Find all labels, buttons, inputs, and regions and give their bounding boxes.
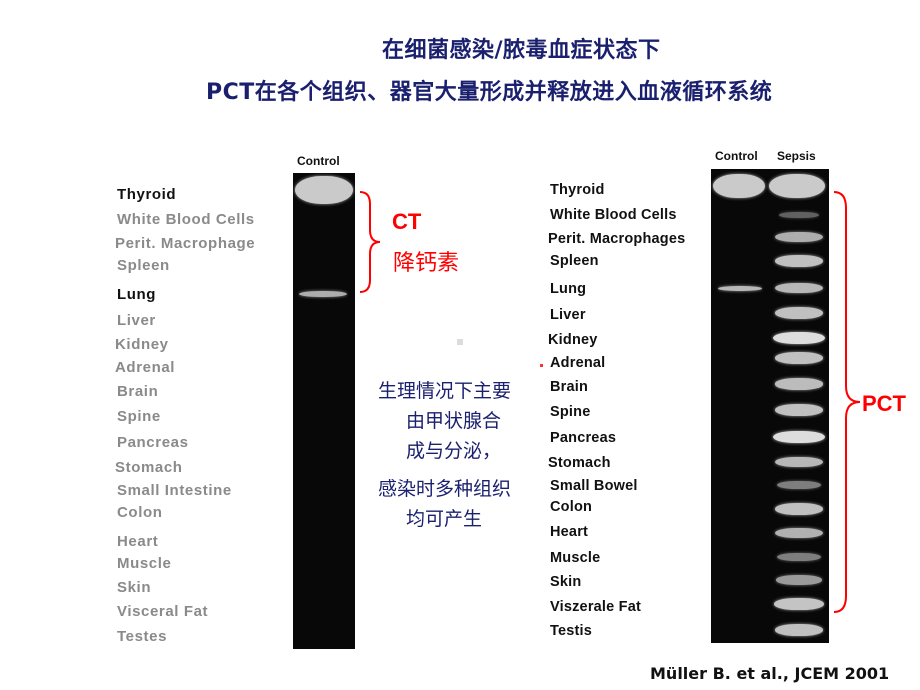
right-sepsis-band-small-bowel <box>777 480 821 490</box>
right-sepsis-band-spine <box>774 404 824 416</box>
left-control-band-thyroid <box>295 176 353 204</box>
slide-title-line-1: 在细菌感染/脓毒血症状态下 <box>382 38 661 63</box>
pct-label: PCT <box>862 391 906 416</box>
ct-brace-icon <box>359 191 381 293</box>
right-sepsis-band-kidney <box>773 331 825 345</box>
pct-brace-icon <box>833 191 861 613</box>
right-tissue-label-brain: Brain <box>550 379 589 395</box>
right-tissue-label-perit-macrophages: Perit. Macrophages <box>548 231 686 247</box>
right-tissue-label-lung: Lung <box>550 281 587 297</box>
right-gel-lane-header-sepsis: Sepsis <box>777 149 816 163</box>
left-tissue-label-skin: Skin <box>117 579 152 596</box>
right-sepsis-band-spleen <box>774 255 824 267</box>
left-tissue-label-muscle: Muscle <box>117 555 172 572</box>
right-tissue-label-pancreas: Pancreas <box>550 430 617 446</box>
left-tissue-label-kidney: Kidney <box>115 336 169 353</box>
citation: Müller B. et al., JCEM 2001 <box>650 664 890 683</box>
left-tissue-label-brain: Brain <box>117 383 159 400</box>
left-tissue-label-white-blood-cells: White Blood Cells <box>117 211 255 228</box>
left-tissue-label-small-intestine: Small Intestine <box>117 482 232 499</box>
right-control-band-lung <box>718 285 762 291</box>
right-sepsis-band-viszerale-fat <box>774 598 824 610</box>
right-sepsis-band-pancreas <box>773 430 825 444</box>
ct-label: CT <box>392 209 422 234</box>
right-tissue-label-adrenal: Adrenal <box>550 355 606 371</box>
right-sepsis-band-white-blood-cells <box>778 211 820 219</box>
left-gel-lane-header-control: Control <box>297 154 340 168</box>
right-tissue-label-spine: Spine <box>550 404 591 420</box>
left-tissue-label-testes: Testes <box>117 628 168 645</box>
right-sepsis-band-colon <box>774 503 824 515</box>
right-gel-image <box>711 169 829 643</box>
right-sepsis-band-stomach <box>775 456 823 468</box>
left-tissue-label-heart: Heart <box>117 533 159 550</box>
right-sepsis-band-skin <box>776 575 822 585</box>
right-sepsis-band-liver <box>774 307 824 319</box>
left-tissue-label-spine: Spine <box>117 408 161 425</box>
right-sepsis-band-adrenal <box>774 352 824 364</box>
red-dot-marker <box>540 364 543 367</box>
note-line-3: 成与分泌， <box>406 440 502 462</box>
right-tissue-label-viszerale-fat: Viszerale Fat <box>550 599 641 615</box>
right-sepsis-band-brain <box>774 378 824 390</box>
left-tissue-label-perit-macrophage: Perit. Macrophage <box>115 235 256 252</box>
left-tissue-label-visceral-fat: Visceral Fat <box>117 603 209 620</box>
right-tissue-label-colon: Colon <box>550 499 593 515</box>
right-control-band-thyroid <box>713 174 765 198</box>
note-line-4: 感染时多种组织 <box>378 478 512 500</box>
left-tissue-label-stomach: Stomach <box>115 459 183 476</box>
right-sepsis-band-thyroid <box>769 174 825 198</box>
right-tissue-label-thyroid: Thyroid <box>550 182 605 198</box>
calcitonin-label: 降钙素 <box>393 251 460 276</box>
right-gel-lane-header-control: Control <box>715 149 758 163</box>
right-tissue-label-muscle: Muscle <box>550 550 601 566</box>
left-tissue-label-colon: Colon <box>117 504 163 521</box>
right-tissue-label-spleen: Spleen <box>550 253 599 269</box>
placeholder-marker <box>457 339 463 345</box>
note-line-2: 由甲状腺合 <box>406 410 502 432</box>
note-line-1: 生理情况下主要 <box>378 380 512 402</box>
right-sepsis-band-testis <box>774 624 824 636</box>
slide-title-line-2: PCT在各个组织、器官大量形成并释放进入血液循环系统 <box>206 80 773 105</box>
right-sepsis-band-muscle <box>777 552 821 562</box>
left-tissue-label-lung: Lung <box>117 286 157 303</box>
left-tissue-label-spleen: Spleen <box>117 257 170 274</box>
left-control-band-lung <box>299 291 347 297</box>
right-tissue-label-liver: Liver <box>550 307 586 323</box>
left-tissue-label-adrenal: Adrenal <box>115 359 176 376</box>
left-gel-image <box>293 173 355 649</box>
right-sepsis-band-lung <box>775 282 823 294</box>
right-tissue-label-kidney: Kidney <box>548 332 598 348</box>
right-sepsis-band-perit-macrophages <box>775 231 823 243</box>
left-tissue-label-thyroid: Thyroid <box>117 186 177 203</box>
left-tissue-label-liver: Liver <box>117 312 156 329</box>
right-tissue-label-white-blood-cells: White Blood Cells <box>550 207 677 223</box>
right-tissue-label-stomach: Stomach <box>548 455 611 471</box>
right-tissue-label-small-bowel: Small Bowel <box>550 478 638 494</box>
left-tissue-label-pancreas: Pancreas <box>117 434 189 451</box>
right-tissue-label-heart: Heart <box>550 524 589 540</box>
right-tissue-label-testis: Testis <box>550 623 593 639</box>
note-line-5: 均可产生 <box>406 508 483 530</box>
right-tissue-label-skin: Skin <box>550 574 582 590</box>
right-sepsis-band-heart <box>775 527 823 539</box>
